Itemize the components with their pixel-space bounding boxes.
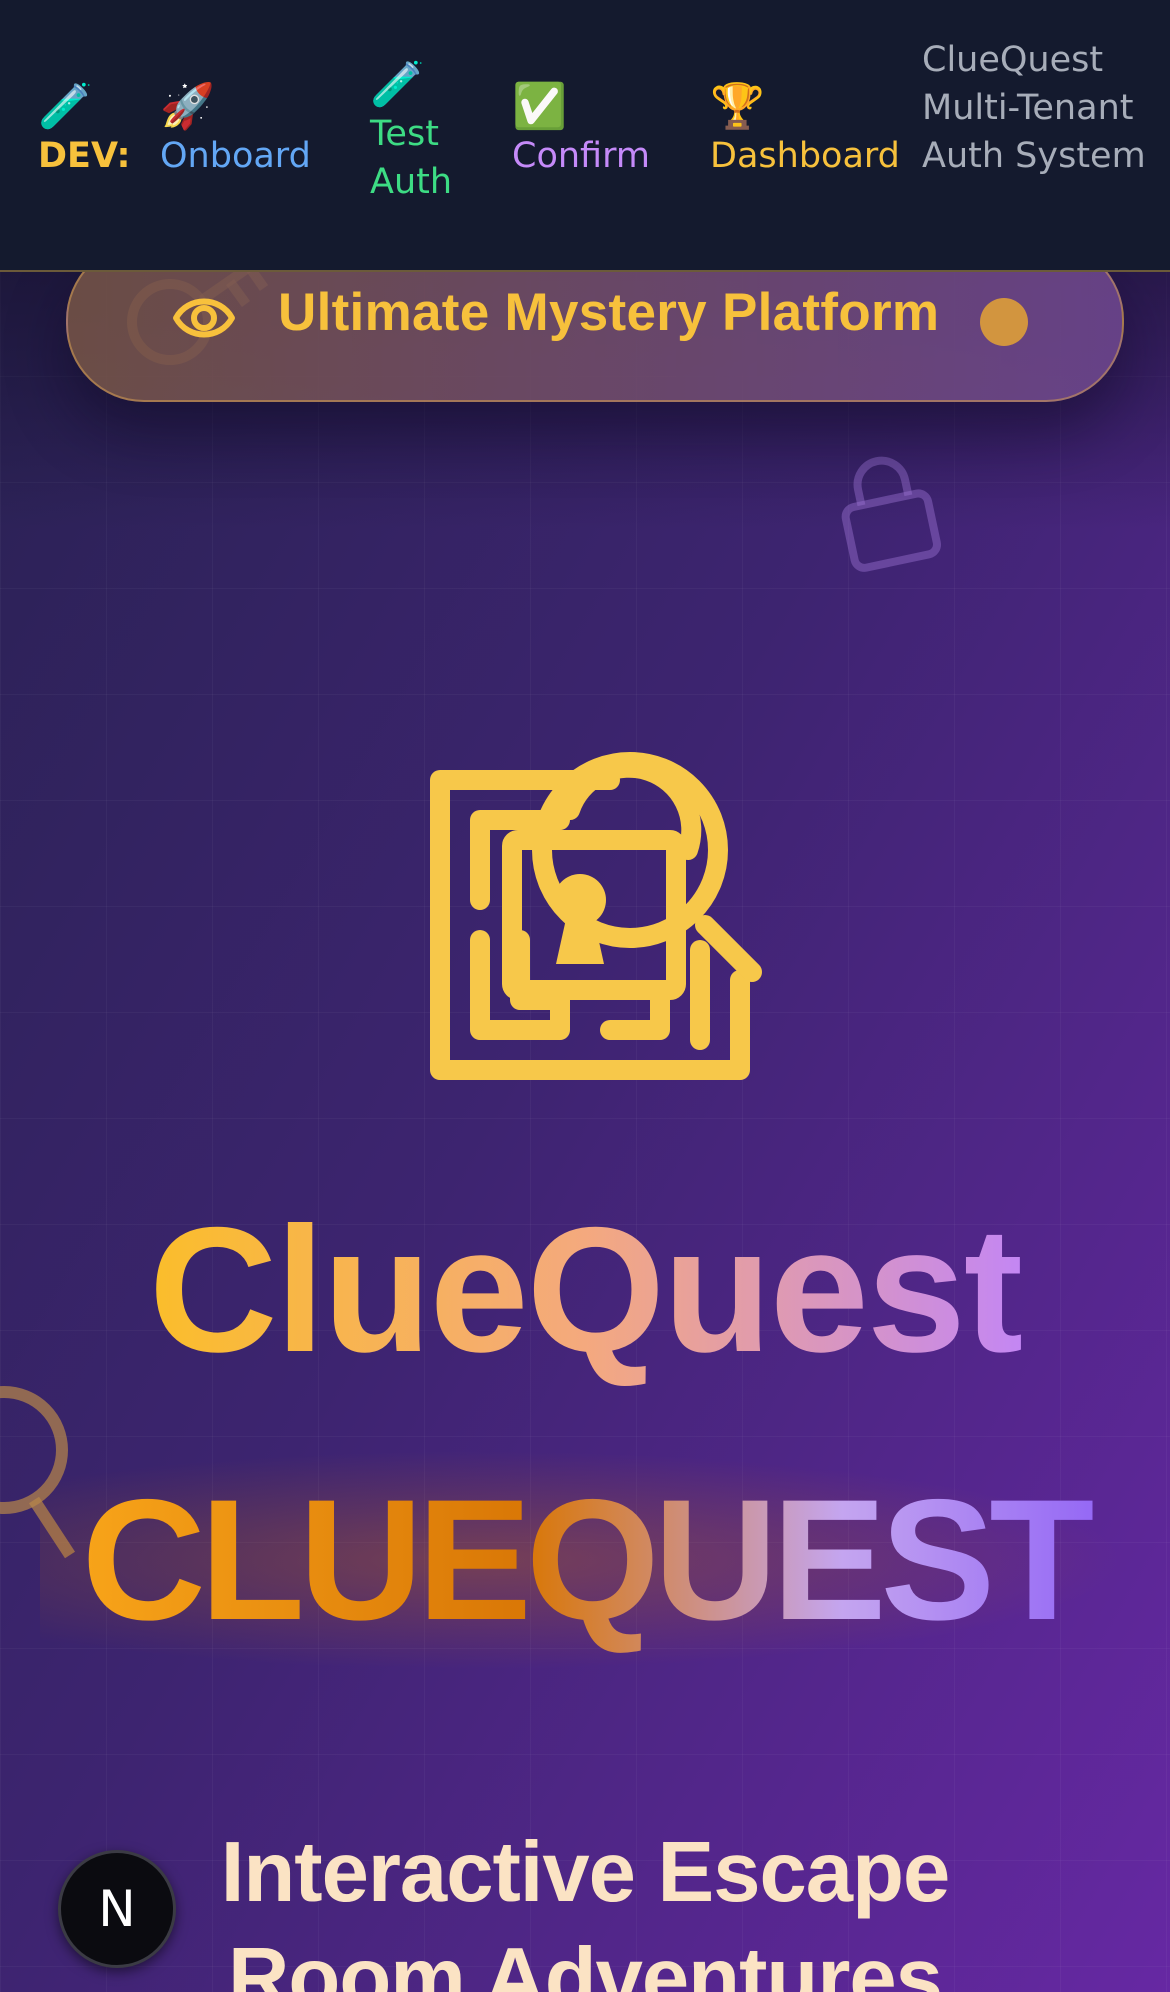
nav-link-test-auth[interactable]: 🧪 Test Auth (370, 60, 480, 206)
rocket-icon: 🚀 (160, 81, 215, 132)
dev-label-text: DEV: (38, 136, 131, 176)
test-tube-icon: 🧪 (370, 59, 425, 110)
trophy-icon: 🏆 (710, 81, 765, 132)
dev-toolbar: 🧪 DEV: 🚀 Onboard 🧪 Test Auth ✅ Confirm 🏆… (0, 0, 1170, 272)
nav-link-label: Confirm (512, 136, 650, 176)
platform-badge: Ultimate Mystery Platform (66, 270, 1124, 402)
platform-badge-text: Ultimate Mystery Platform (278, 283, 940, 342)
nextjs-dev-badge[interactable]: N (58, 1850, 176, 1968)
test-tube-icon: 🧪 (38, 81, 93, 132)
maze-lock-magnifier-icon (430, 752, 762, 1080)
nav-link-onboard[interactable]: 🚀 Onboard (160, 82, 311, 180)
eye-icon (173, 298, 235, 338)
nextjs-logo-icon: N (98, 1880, 136, 1938)
tagline-line-2: Room Adventures (228, 1931, 943, 1992)
dev-label: 🧪 DEV: (38, 82, 130, 180)
nav-link-confirm[interactable]: ✅ Confirm (512, 82, 650, 180)
padlock-icon (841, 456, 941, 572)
check-mark-icon: ✅ (512, 81, 567, 132)
nav-link-label: Onboard (160, 136, 311, 176)
app-system-title: ClueQuest Multi-Tenant Auth System (922, 40, 1146, 176)
brand-title: ClueQuest (0, 1190, 1170, 1390)
status-dot (980, 298, 1028, 346)
brand-title-upper: CLUEQUEST (0, 1460, 1170, 1660)
nav-link-dashboard[interactable]: 🏆 Dashboard (710, 82, 900, 180)
nav-link-label: Dashboard (710, 136, 900, 176)
nav-link-label: Test Auth (370, 114, 453, 202)
hero-section: Ultimate Mystery Platform ClueQuest CLUE… (0, 270, 1170, 1992)
